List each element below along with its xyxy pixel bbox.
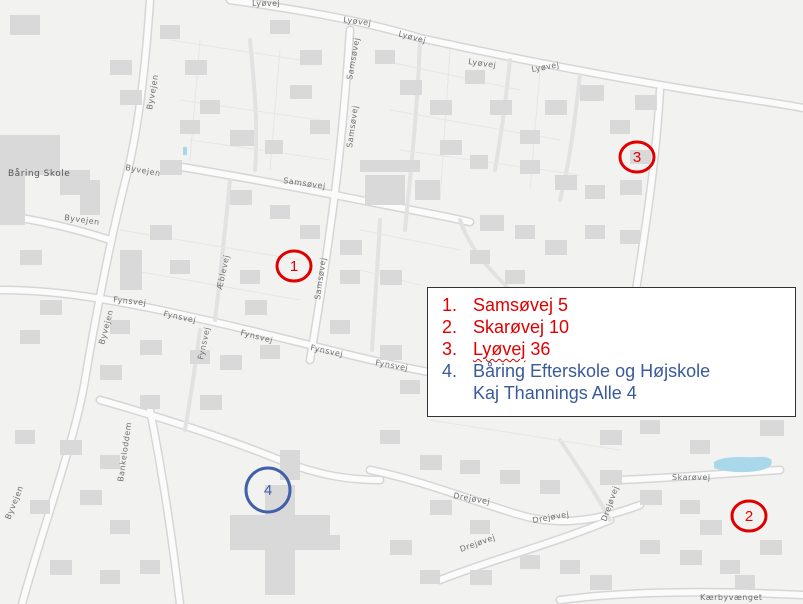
- legend-item-number: 4.: [442, 361, 458, 381]
- legend-item-number: 1.: [442, 295, 458, 315]
- legend-item-3: 3. Lyøvej 36: [442, 338, 795, 360]
- legend-item-text: Båring Efterskole og Højskole Kaj Thanni…: [473, 360, 795, 404]
- legend-item-2: 2. Skarøvej 10: [442, 316, 795, 338]
- legend-item-4: 4. Båring Efterskole og Højskole Kaj Tha…: [442, 360, 795, 404]
- marker-1-label: 1: [290, 258, 298, 275]
- marker-4-label: 4: [264, 482, 272, 499]
- legend-item-number: 2.: [442, 317, 458, 337]
- legend-item-text: Samsøvej 5: [473, 295, 569, 315]
- legend-item-line: Båring Efterskole og Højskole: [473, 361, 711, 381]
- legend-list: 1. Samsøvej 5 2. Skarøvej 10 3. Lyøvej 3…: [442, 294, 795, 404]
- place-label-school: Båring Skole: [8, 168, 70, 179]
- legend-item-text-part: 36: [525, 339, 551, 359]
- legend-item-text: Lyøvej 36: [473, 338, 795, 360]
- legend-box: 1. Samsøvej 5 2. Skarøvej 10 3. Lyøvej 3…: [427, 287, 796, 417]
- legend-item-text: Skarøvej 10: [473, 317, 570, 337]
- legend-item-number: 3.: [442, 339, 458, 359]
- legend-item-text-part: Lyøvej: [473, 339, 526, 359]
- street-label-skarovej: Skarøvej: [672, 473, 711, 482]
- street-label-lyovej: Lyøvej: [252, 0, 280, 8]
- marker-3-label: 3: [633, 149, 641, 166]
- legend-item-line: Kaj Thannings Alle 4: [473, 383, 637, 403]
- legend-item-1: 1. Samsøvej 5: [442, 294, 795, 316]
- street-label-kaerbyvaenget: Kærbyvænget: [700, 593, 763, 602]
- marker-2-label: 2: [745, 508, 753, 525]
